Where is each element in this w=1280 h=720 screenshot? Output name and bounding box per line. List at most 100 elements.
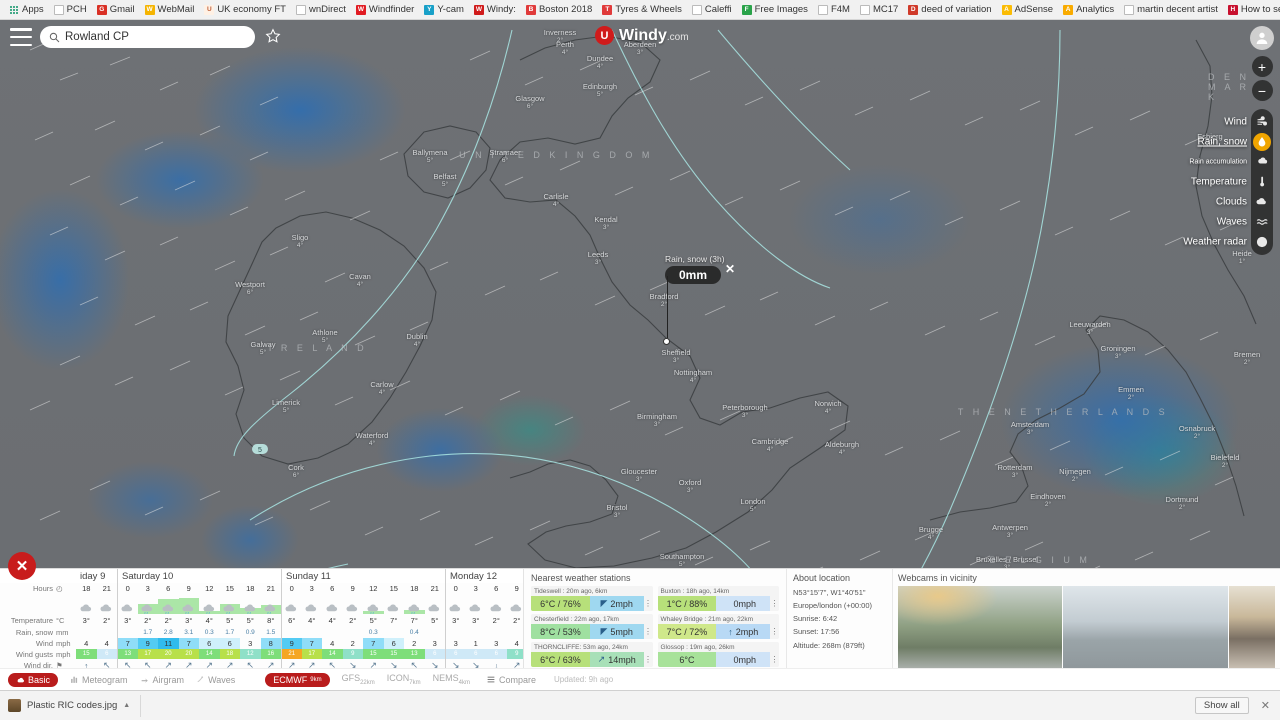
bookmark-f4m[interactable]: F4M <box>813 4 855 15</box>
zoom-out-button[interactable]: − <box>1251 80 1273 101</box>
compare-button[interactable]: Compare <box>486 675 536 685</box>
model-name: NEMS <box>432 673 459 684</box>
bookmark-windfinder[interactable]: W Windfinder <box>351 4 419 15</box>
forecast-hour-column[interactable]: 15 7° 6 15 ↘ <box>383 583 404 672</box>
bookmark-label: AdSense <box>1014 4 1054 15</box>
layer-wind[interactable]: Wind <box>1224 113 1271 131</box>
layer-rain-snow[interactable]: Rain, snow <box>1198 133 1271 151</box>
layer-rain-accumulation[interactable]: Rain accumulation <box>1189 153 1271 171</box>
forecast-hour-column[interactable]: 6 2° 2.8 11 20 ↗ <box>158 583 179 672</box>
favorite-star-icon[interactable] <box>265 28 281 44</box>
layer-temperature[interactable]: Temperature <box>1191 173 1271 191</box>
map-controls-rail[interactable]: + − Wind Rain, snow Rain accumulation Tempe… <box>1183 26 1274 255</box>
weather-station-card[interactable]: Tideswell : 20m ago, 6km 6°C / 76% ◤ 2mph ⋮ <box>531 586 653 611</box>
forecast-hour-column[interactable]: 21 8° 1.5 8 16 ↗ <box>260 583 281 672</box>
forecast-hour-column[interactable]: 0 3° 7 13 ↖ <box>117 583 138 672</box>
model-gfs[interactable]: GFS22km <box>342 673 375 686</box>
bookmark-analytics[interactable]: A Analytics <box>1058 4 1119 15</box>
tab-basic[interactable]: Basic <box>8 672 59 687</box>
weather-station-card[interactable]: Buxton : 18h ago, 14km 1°C / 88% 0mph ⋮ <box>657 586 779 611</box>
tab-airgram[interactable]: Airgram <box>140 675 184 685</box>
bookmark-boston-2018[interactable]: B Boston 2018 <box>521 4 597 15</box>
forecast-hour-column[interactable]: 18 7° 0.4 2 13 ↖ <box>404 583 425 672</box>
bookmark-tyres-wheels[interactable]: T Tyres & Wheels <box>597 4 687 15</box>
bookmark-deed-of-variation[interactable]: Ddeed of variation <box>903 4 996 15</box>
tab-meteogram[interactable]: Meteogram <box>70 675 128 685</box>
bookmark-apps[interactable]: Apps <box>4 4 49 15</box>
forecast-hour: 12 <box>205 584 214 593</box>
forecast-hour-column[interactable]: 9 3° 3.1 7 20 ↗ <box>178 583 199 672</box>
model-nems[interactable]: NEMS4km <box>433 673 470 686</box>
forecast-hour-column[interactable]: 0 6° 9 21 ↗ <box>281 583 302 672</box>
search-input[interactable] <box>65 31 246 43</box>
webcam-thumbnail[interactable] <box>1228 586 1275 674</box>
forecast-hour-column[interactable]: 3 4° 7 17 ↗ <box>301 583 322 672</box>
forecast-hour-column[interactable]: 9 2° 2 9 ↘ <box>342 583 363 672</box>
bookmark-mc17[interactable]: MC17 <box>855 4 903 15</box>
close-icon[interactable]: ✕ <box>725 263 738 276</box>
forecast-hour-column[interactable]: 6 4° 4 14 ↖ <box>322 583 343 672</box>
avatar[interactable] <box>1250 26 1274 50</box>
layer-weather-radar[interactable]: Weather radar <box>1183 233 1271 251</box>
bookmark-free-images[interactable]: F Free Images <box>737 4 813 15</box>
weather-station-card[interactable]: Whaley Bridge : 21m ago, 22km 7°C / 72% ↑ 2… <box>657 614 779 639</box>
forecast-hour-column[interactable]: 18 5° 0.9 3 12 ↖ <box>240 583 261 672</box>
search-box[interactable] <box>40 26 255 48</box>
forecast-hour-columns[interactable]: 18 3° 4 15 ↑ 21 2° 4 6 ↖ 0 3° 7 13 ↖ 3 2° 1.7 9 17 ↖ 6 2° 2.8 11… <box>76 583 523 672</box>
station-menu-icon[interactable]: ⋮ <box>770 655 779 664</box>
bookmark-adsense[interactable]: A AdSense <box>997 4 1059 15</box>
layer-waves[interactable]: Waves <box>1217 213 1271 231</box>
layer-switcher[interactable]: Wind Rain, snow Rain accumulation Temperatu… <box>1183 109 1273 255</box>
forecast-hour-column[interactable]: 21 5° 3 6 ↘ <box>424 583 445 672</box>
forecast-hour-column[interactable]: 6 2° 3 6 ↓ <box>486 583 507 672</box>
forecast-hour-column[interactable]: 12 5° 0.3 7 15 ↗ <box>363 583 384 672</box>
station-menu-icon[interactable]: ⋮ <box>644 655 653 664</box>
station-name: THORNCLIFFE: 53m ago, 24km <box>534 643 628 651</box>
zoom-in-button[interactable]: + <box>1251 56 1273 77</box>
model-ecmwf[interactable]: ECMWF 9km <box>265 672 330 687</box>
bookmark-webmail[interactable]: W WebMail <box>140 4 200 15</box>
forecast-row-unit <box>56 594 76 614</box>
weather-station-card[interactable]: Chesterfield : 22m ago, 17km 8°C / 53% ◤ 5m… <box>531 614 653 639</box>
weather-station-card[interactable]: Glossop : 19m ago, 26km 6°C 0mph ⋮ <box>657 642 779 667</box>
bookmark-y-cam[interactable]: Y Y-cam <box>419 4 469 15</box>
bookmark-gmail[interactable]: G Gmail <box>92 4 140 15</box>
download-item[interactable]: Plastic RIC codes.jpg ▲ <box>8 694 142 717</box>
bookmark-wndirect[interactable]: wnDirect <box>291 4 351 15</box>
forecast-hour-column[interactable]: 3 2° 1.7 9 17 ↖ <box>137 583 158 672</box>
tab-waves[interactable]: Waves <box>196 675 235 685</box>
forecast-hour-column[interactable]: 12 4° 0.3 6 14 ↗ <box>199 583 220 672</box>
bookmark-pch[interactable]: PCH <box>49 4 92 15</box>
forecast-hour-column[interactable]: 21 2° 4 6 ↖ <box>96 583 117 672</box>
forecast-hour-column[interactable]: 3 3° 1 6 ↘ <box>465 583 486 672</box>
model-selector[interactable]: ECMWF 9km GFS22km ICON7km NEMS4km <box>265 672 470 687</box>
bookmark-caleffi[interactable]: Caleffi <box>687 4 737 15</box>
webcam-thumbnail[interactable] <box>1063 586 1228 674</box>
show-all-downloads-button[interactable]: Show all <box>1194 697 1249 714</box>
model-icon[interactable]: ICON7km <box>387 673 421 686</box>
close-shelf-icon[interactable]: ✕ <box>1259 699 1272 712</box>
forecast-hour-column[interactable]: 0 3° 3 6 ↘ <box>445 583 466 672</box>
layer-clouds[interactable]: Clouds <box>1216 193 1271 211</box>
browser-bookmarks-bar: Apps PCH G Gmail W WebMail U UK economy FT wnDir… <box>0 0 1280 20</box>
windy-logo[interactable]: U Windy.com <box>595 26 689 45</box>
map-value-popup[interactable]: Rain, snow (3h) 0mm ✕ <box>663 254 735 345</box>
forecast-hour-column[interactable]: 9 2° 4 9 ↗ <box>506 583 523 672</box>
forecast-hour-column[interactable]: 15 5° 1.7 6 18 ↗ <box>219 583 240 672</box>
menu-icon[interactable] <box>10 28 32 46</box>
chevron-up-icon[interactable]: ▲ <box>123 702 130 709</box>
station-menu-icon[interactable]: ⋮ <box>644 627 653 636</box>
webcam-thumbnail[interactable] <box>898 586 1063 674</box>
bookmark-windy-[interactable]: W Windy: <box>469 4 521 15</box>
forecast-tools-bar[interactable]: Basic Meteogram Airgram Waves ECMWF 9km GF… <box>0 668 1280 690</box>
bookmark-martin-decent-artist[interactable]: martin decent artist <box>1119 4 1223 15</box>
bookmark-how-to-set-up-a-rout[interactable]: HHow to set up a rout <box>1223 4 1280 15</box>
station-menu-icon[interactable]: ⋮ <box>644 599 653 608</box>
forecast-temperature: 3° <box>185 616 193 625</box>
close-panel-button[interactable]: ✕ <box>8 552 36 580</box>
station-menu-icon[interactable]: ⋮ <box>770 627 779 636</box>
station-menu-icon[interactable]: ⋮ <box>770 599 779 608</box>
bookmark-uk-economy-ft[interactable]: U UK economy FT <box>199 4 291 15</box>
weather-station-card[interactable]: THORNCLIFFE: 53m ago, 24km 6°C / 63% ↗ 14mp… <box>531 642 653 667</box>
forecast-hour-column[interactable]: 18 3° 4 15 ↑ <box>76 583 97 672</box>
